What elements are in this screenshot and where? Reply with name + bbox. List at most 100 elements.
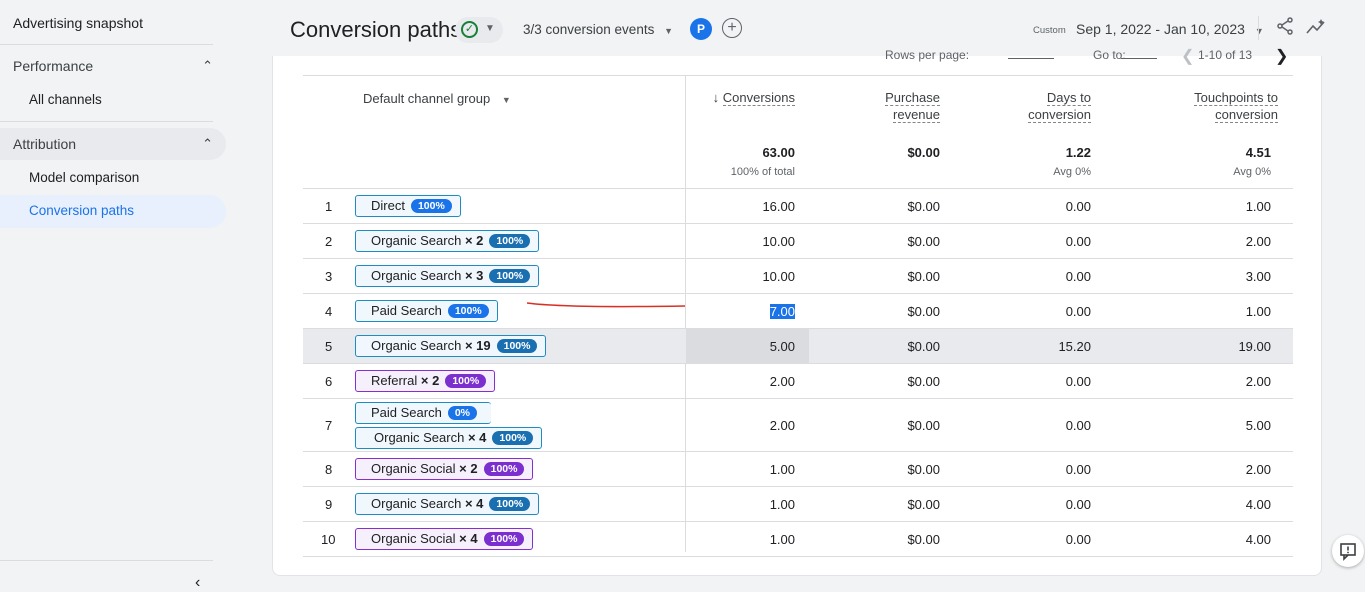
feedback-icon xyxy=(1340,543,1356,561)
table-row[interactable]: 2 Organic Search × 2 100% 10.00 $0.00 0.0… xyxy=(303,224,1293,258)
chip-badge: 100% xyxy=(496,339,538,353)
table-row[interactable]: 3 Organic Search × 3 100% 10.00 $0.00 0.0… xyxy=(303,259,1293,293)
total-touchpoints: 4.51 xyxy=(1245,145,1271,160)
chip-label: Direct xyxy=(371,198,405,213)
previous-page-icon[interactable]: ❮ xyxy=(1181,46,1194,66)
comparison-avatar[interactable]: P xyxy=(690,18,712,40)
channel-chip[interactable]: Organic Search × 2 100% xyxy=(355,230,540,252)
cell-touchpoints: 5.00 xyxy=(1245,418,1271,433)
row-number: 4 xyxy=(325,304,333,319)
date-range-picker[interactable]: Sep 1, 2022 - Jan 10, 2023 ▼ xyxy=(1076,21,1264,37)
channel-chip[interactable]: Direct 100% xyxy=(355,195,461,217)
channel-chip[interactable]: Organic Search × 4 100% xyxy=(355,427,543,449)
next-page-icon[interactable]: ❯ xyxy=(1275,46,1288,66)
row-number: 2 xyxy=(325,234,333,249)
column-header-days-to-conversion[interactable]: Days to conversion xyxy=(991,89,1091,123)
channel-chip[interactable]: Paid Search 0% xyxy=(355,402,492,424)
channel-chip[interactable]: Organic Social × 4 100% xyxy=(355,528,534,550)
table-card: Rows per page: Go to: ❮ 1-10 of 13 ❯ Def… xyxy=(272,48,1322,576)
chevron-up-icon[interactable]: ⌃ xyxy=(202,58,213,74)
chip-multiplier: × 2 xyxy=(464,233,484,248)
cell-revenue: $0.00 xyxy=(907,199,940,214)
chip-badge: 100% xyxy=(483,532,525,546)
caret-down-icon: ▼ xyxy=(1254,26,1264,36)
cell-touchpoints: 19.00 xyxy=(1238,339,1271,354)
cell-revenue: $0.00 xyxy=(907,234,940,249)
sort-arrow-down-icon: ↓ xyxy=(712,90,720,105)
dimension-header-label: Default channel group xyxy=(363,91,491,106)
table-row[interactable]: 6 Referral × 2 100% 2.00 $0.00 0.00 2.00 xyxy=(303,364,1293,398)
page-title: Conversion paths xyxy=(290,17,462,42)
sidebar-item-conversion-paths[interactable]: Conversion paths xyxy=(29,203,134,218)
rows-per-page-select[interactable] xyxy=(1008,58,1054,59)
add-comparison-icon[interactable]: + xyxy=(722,18,742,38)
sidebar-section-performance[interactable]: Performance ⌃ xyxy=(13,58,213,74)
go-to-input[interactable] xyxy=(1121,58,1157,59)
cell-days: 0.00 xyxy=(1065,497,1091,512)
table-row[interactable]: 4 Paid Search 100% 7.00 $0.00 0.00 1.00 xyxy=(303,294,1293,328)
channel-chip[interactable]: Organic Search × 4 100% xyxy=(355,493,540,515)
row-number: 6 xyxy=(325,374,333,389)
column-header-label: Conversions xyxy=(722,90,795,106)
channel-chip[interactable]: Referral × 2 100% xyxy=(355,370,496,392)
chip-badge: 100% xyxy=(445,374,487,388)
cell-touchpoints: 4.00 xyxy=(1245,497,1271,512)
sidebar-item-advertising-snapshot[interactable]: Advertising snapshot xyxy=(13,15,143,31)
section-label: Attribution xyxy=(13,136,77,152)
cell-days: 0.00 xyxy=(1065,532,1091,547)
conversion-events-dropdown[interactable]: 3/3 conversion events ▼ xyxy=(523,22,673,37)
cell-touchpoints: 4.00 xyxy=(1245,532,1271,547)
table-row[interactable]: 10 Organic Social × 4 100% 1.00 $0.00 0.0… xyxy=(303,522,1293,556)
total-purchase-revenue: $0.00 xyxy=(907,145,940,160)
chip-label: Organic Search xyxy=(374,430,465,445)
column-header-label: conversion xyxy=(1028,107,1091,123)
cell-revenue: $0.00 xyxy=(907,269,940,284)
row-number: 7 xyxy=(325,418,333,433)
cell-conversions: 2.00 xyxy=(769,374,795,389)
table-row[interactable]: 7 Paid Search 0% Organic Search × 4 100% 2… xyxy=(303,399,1293,451)
sidebar-section-attribution[interactable]: Attribution ⌃ xyxy=(13,136,213,152)
sidebar: Advertising snapshot Performance ⌃ All c… xyxy=(0,0,235,592)
chip-badge: 100% xyxy=(489,497,531,511)
chevron-up-icon[interactable]: ⌃ xyxy=(202,136,213,152)
table-row[interactable]: 8 Organic Social × 2 100% 1.00 $0.00 0.00… xyxy=(303,452,1293,486)
feedback-button[interactable] xyxy=(1332,535,1364,567)
go-to-label: Go to: xyxy=(1093,48,1126,62)
column-header-label: Days to xyxy=(1046,90,1091,106)
row-number: 1 xyxy=(325,199,333,214)
row-number: 9 xyxy=(325,497,333,512)
report-status-button[interactable]: ✓ ▼ xyxy=(455,17,503,43)
column-header-label: conversion xyxy=(1215,107,1278,123)
divider xyxy=(0,560,213,561)
channel-chip[interactable]: Organic Search × 19 100% xyxy=(355,335,547,357)
dimension-header[interactable]: Default channel group ▼ xyxy=(363,91,511,106)
channel-chip[interactable]: Organic Search × 3 100% xyxy=(355,265,540,287)
chip-badge: 100% xyxy=(447,304,489,318)
channel-chip[interactable]: Paid Search 100% xyxy=(355,300,498,322)
column-header-touchpoints[interactable]: Touchpoints to conversion xyxy=(1158,89,1278,123)
column-header-conversions[interactable]: ↓ Conversions xyxy=(695,89,795,106)
sidebar-item-all-channels[interactable]: All channels xyxy=(29,92,102,107)
divider xyxy=(0,44,213,45)
sidebar-item-model-comparison[interactable]: Model comparison xyxy=(29,170,139,185)
total-days-avg: Avg 0% xyxy=(1053,166,1091,178)
row-number: 8 xyxy=(325,462,333,477)
collapse-sidebar-icon[interactable]: ‹ xyxy=(195,574,200,592)
chip-badge: 100% xyxy=(483,462,525,476)
chip-label: Organic Search xyxy=(371,233,462,248)
table-row[interactable]: 5 Organic Search × 19 100% 5.00 $0.00 15.… xyxy=(303,329,1293,363)
column-header-label: Purchase xyxy=(885,90,940,106)
insights-icon[interactable] xyxy=(1305,18,1327,36)
table-row[interactable]: 9 Organic Search × 4 100% 1.00 $0.00 0.00… xyxy=(303,487,1293,521)
cell-days: 0.00 xyxy=(1065,374,1091,389)
table-row[interactable]: 1 Direct 100% 16.00 $0.00 0.00 1.00 xyxy=(303,189,1293,223)
cell-revenue: $0.00 xyxy=(907,339,940,354)
chip-multiplier: × 3 xyxy=(464,268,484,283)
chip-multiplier: × 4 xyxy=(464,496,484,511)
column-header-purchase-revenue[interactable]: Purchase revenue xyxy=(840,89,940,123)
channel-chip[interactable]: Organic Social × 2 100% xyxy=(355,458,534,480)
total-touchpoints-avg: Avg 0% xyxy=(1233,166,1271,178)
cell-conversions: 10.00 xyxy=(762,269,795,284)
cell-conversions: 7.00 xyxy=(695,304,795,319)
share-icon[interactable] xyxy=(1275,16,1295,36)
